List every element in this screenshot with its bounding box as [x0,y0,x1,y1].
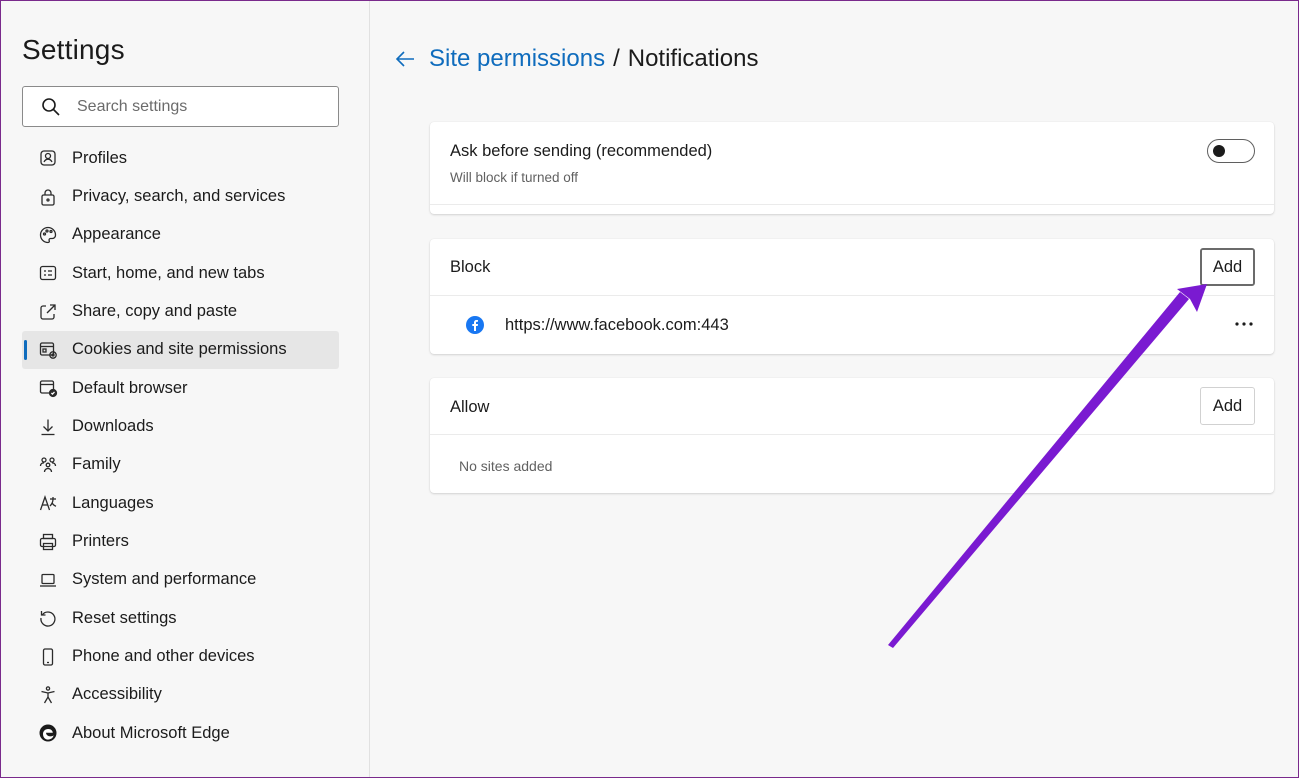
sidebar-title: Settings [22,34,125,65]
sidebar-item-reset[interactable]: Reset settings [22,599,339,637]
default-browser-icon [38,378,58,398]
sidebar-item-label: Appearance [72,225,161,244]
allow-section-title: Allow [450,398,490,416]
cookies-permissions-icon [38,340,58,360]
sidebar-item-cookies[interactable]: Cookies and site permissions [22,330,339,370]
search-input[interactable] [77,97,317,116]
back-arrow-icon[interactable] [393,47,417,71]
allow-card: Allow Add No sites added [430,378,1274,493]
edge-logo-icon [38,723,58,743]
facebook-icon [466,316,484,334]
breadcrumb-site-permissions-link[interactable]: Site permissions [429,45,605,73]
search-icon [42,97,60,116]
share-icon [38,302,58,322]
accessibility-icon [38,685,58,705]
sidebar-item-share[interactable]: Share, copy and paste [22,292,339,330]
sidebar-item-privacy[interactable]: Privacy, search, and services [22,177,339,215]
sidebar-item-label: Family [72,455,121,474]
no-sites-text: No sites added [459,458,553,474]
breadcrumb: Site permissions / Notifications [393,42,758,76]
search-box[interactable] [22,86,339,127]
reset-icon [38,608,58,628]
sidebar-item-phone[interactable]: Phone and other devices [22,637,339,675]
sidebar-item-family[interactable]: Family [22,446,339,484]
sidebar-item-about[interactable]: About Microsoft Edge [22,714,339,752]
sidebar-item-profiles[interactable]: Profiles [22,139,339,177]
sidebar-item-label: Downloads [72,417,154,436]
ask-before-sending-toggle[interactable] [1207,139,1255,163]
block-section-title: Block [450,258,491,276]
block-card: Block Add https://www.facebook.com:443 [430,239,1274,354]
card-divider [430,295,1274,296]
sidebar-item-label: System and performance [72,570,257,589]
blocked-site-url: https://www.facebook.com:443 [505,316,729,334]
ask-before-sending-title: Ask before sending (recommended) [450,142,713,160]
sidebar-item-downloads[interactable]: Downloads [22,407,339,445]
allow-add-button[interactable]: Add [1200,387,1255,425]
more-options-button[interactable] [1232,312,1256,336]
breadcrumb-separator: / [613,45,620,72]
sidebar-item-accessibility[interactable]: Accessibility [22,676,339,714]
palette-icon [38,225,58,245]
more-icon [1235,322,1253,326]
sidebar-item-label: Cookies and site permissions [72,340,287,359]
toggle-knob [1213,145,1225,157]
settings-sidebar: Settings Profiles Privacy, search, and s… [0,0,370,778]
sidebar-item-label: Privacy, search, and services [72,187,286,206]
sidebar-item-label: Reset settings [72,608,177,627]
printer-icon [38,532,58,552]
sidebar-item-label: Default browser [72,378,188,397]
card-divider [430,434,1274,435]
family-icon [38,455,58,475]
sidebar-item-start-home[interactable]: Start, home, and new tabs [22,254,339,292]
ask-before-sending-card: Ask before sending (recommended) Will bl… [430,122,1274,214]
sidebar-item-label: Languages [72,493,154,512]
main-content: Site permissions / Notifications Ask bef… [371,0,1299,778]
sidebar-item-system[interactable]: System and performance [22,561,339,599]
sidebar-item-label: Phone and other devices [72,647,255,666]
sidebar-item-label: About Microsoft Edge [72,723,230,742]
sidebar-item-appearance[interactable]: Appearance [22,216,339,254]
sidebar-item-label: Start, home, and new tabs [72,263,265,282]
sidebar-nav: Profiles Privacy, search, and services A… [22,139,339,753]
page-title: Notifications [627,45,759,72]
phone-icon [38,647,58,667]
start-tabs-icon [38,263,58,283]
card-divider [430,204,1274,205]
profile-icon [38,148,58,168]
sidebar-item-printers[interactable]: Printers [22,522,339,560]
lock-icon [38,187,58,207]
sidebar-item-label: Profiles [72,148,128,167]
download-icon [38,417,58,437]
sidebar-item-languages[interactable]: Languages [22,484,339,522]
laptop-icon [38,570,58,590]
ask-before-sending-subtitle: Will block if turned off [450,170,579,185]
sidebar-item-default-browser[interactable]: Default browser [22,369,339,407]
block-add-button[interactable]: Add [1200,248,1255,286]
sidebar-item-label: Accessibility [72,685,162,704]
languages-icon [38,493,58,513]
sidebar-item-label: Share, copy and paste [72,302,238,321]
sidebar-item-label: Printers [72,532,129,551]
